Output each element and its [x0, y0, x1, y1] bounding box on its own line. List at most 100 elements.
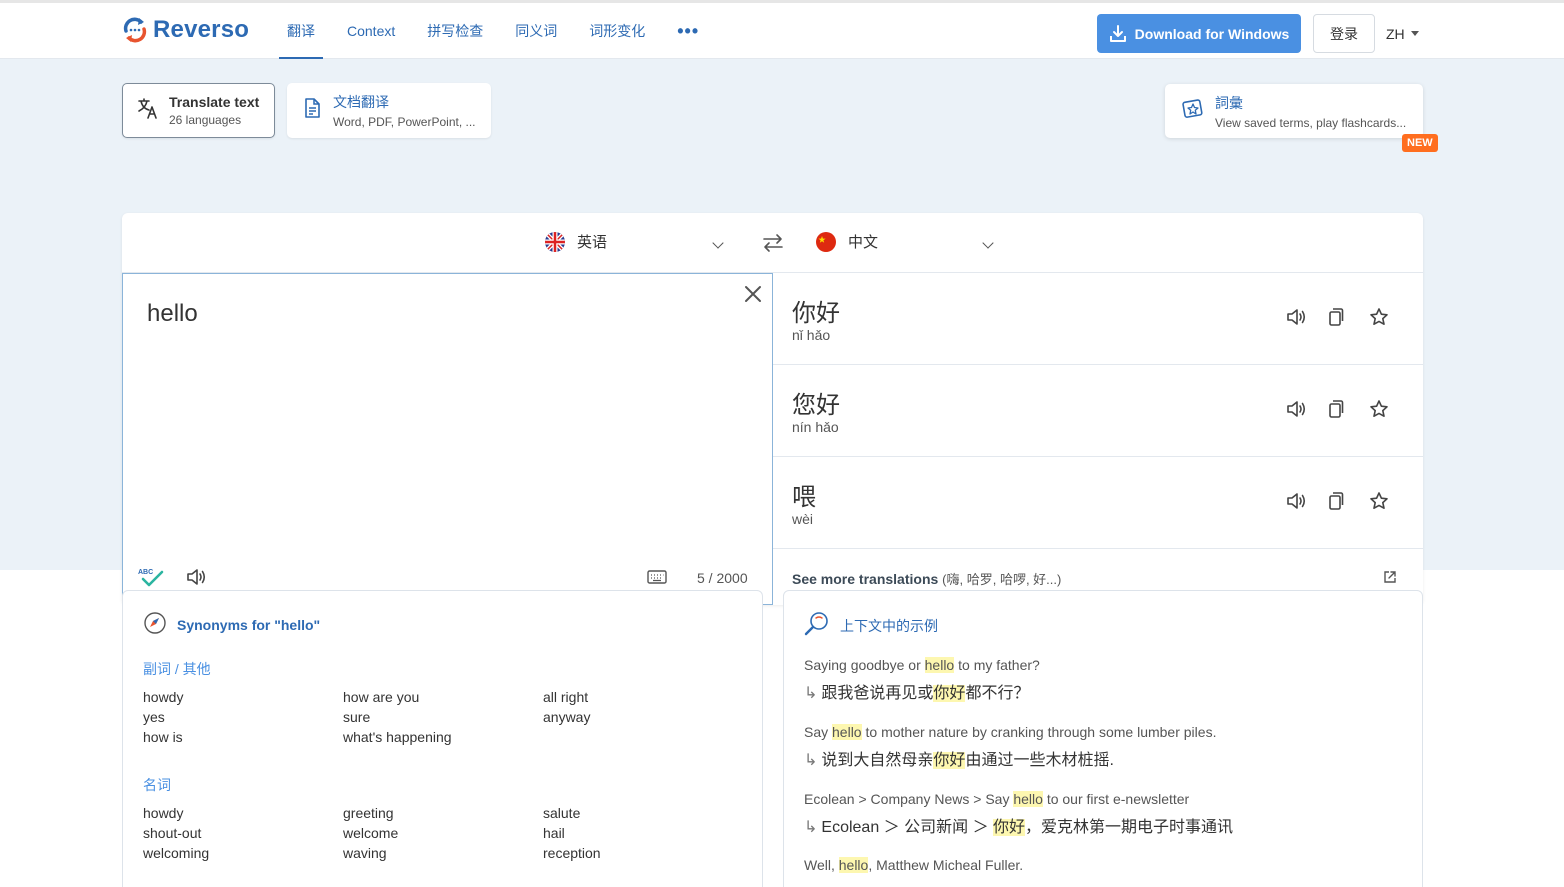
translation-results: 你好 nǐ hǎo 您好 nín hǎo 喂 wèi See more tran… [773, 273, 1423, 605]
synonym-item[interactable]: welcoming [143, 845, 343, 861]
example-text: Saying goodbye or [804, 657, 925, 673]
chevron-down-icon[interactable] [982, 237, 994, 249]
example-text: 都不行？ [965, 685, 1030, 702]
example-text: to mother nature by cranking through som… [861, 724, 1217, 740]
translation-word: 喂 [792, 484, 816, 511]
magnifier-icon [804, 611, 830, 640]
translation-word: 你好 [792, 300, 840, 327]
download-icon [1109, 24, 1126, 42]
synonym-item[interactable] [543, 729, 743, 745]
synonym-item[interactable]: all right [543, 689, 743, 705]
synonym-item[interactable]: hail [543, 825, 743, 841]
svg-text:ABC: ABC [138, 569, 153, 576]
synonym-item[interactable]: how is [143, 729, 343, 745]
translator-section: Translate text 26 languages 文档翻译 Word, P… [0, 59, 1564, 605]
synonym-item[interactable]: shout-out [143, 825, 343, 841]
vocabulary-title: 詞彙 [1215, 94, 1243, 111]
target-language-select[interactable]: 中文 [816, 231, 878, 252]
synonym-item[interactable]: howdy [143, 805, 343, 821]
example-source: Saying goodbye or hello to my father? [804, 657, 1404, 673]
synonyms-header: Synonyms for "hello" [143, 611, 320, 638]
spellcheck-icon[interactable]: ABC [137, 566, 165, 593]
context-example[interactable]: Well, hello, Matthew Micheal Fuller. [804, 857, 1404, 873]
translate-icon [137, 97, 159, 124]
example-text: Well, [804, 857, 839, 873]
example-translation: ↳ Ecolean ＞ 公司新闻 ＞ 你好，爱克林第一期电子时事通讯 [804, 813, 1404, 837]
synonym-item[interactable]: yes [143, 709, 343, 725]
nav-conjugation[interactable]: 词形变化 [581, 3, 653, 59]
star-icon[interactable] [1369, 491, 1411, 516]
example-text: 说到大自然母亲 [821, 752, 934, 769]
flashcard-icon [1181, 98, 1205, 125]
login-button[interactable]: 登录 [1313, 14, 1375, 53]
source-toolbar: ABC [137, 566, 207, 593]
context-example[interactable]: Saying goodbye or hello to my father? ↳ 跟… [804, 657, 1404, 703]
source-language-select[interactable]: 英语 [545, 231, 607, 252]
nav-context[interactable]: Context [339, 3, 403, 59]
speaker-icon[interactable] [1285, 399, 1327, 424]
synonym-item[interactable]: greeting [343, 805, 543, 821]
speaker-icon[interactable] [1285, 307, 1327, 332]
example-source: Well, hello, Matthew Micheal Fuller. [804, 857, 1404, 873]
synonym-item[interactable]: how are you [343, 689, 543, 705]
example-text: 由通过一些木材桩摇. [965, 752, 1114, 769]
example-text: 跟我爸说再见或 [821, 685, 934, 702]
synonym-item[interactable]: howdy [143, 689, 343, 705]
copy-icon[interactable] [1327, 307, 1369, 332]
example-source: Say hello to mother nature by cranking t… [804, 724, 1404, 740]
example-translation: ↳ 说到大自然母亲你好由通过一些木材桩摇. [804, 746, 1404, 770]
translation-result[interactable]: 喂 wèi [773, 457, 1423, 549]
star-icon[interactable] [1369, 307, 1411, 332]
language-selector-row: 英语 中文 [122, 213, 1423, 273]
uk-flag-icon [545, 231, 565, 252]
context-example[interactable]: Ecolean > Company News > Say hello to ou… [804, 791, 1404, 837]
example-source: Ecolean > Company News > Say hello to ou… [804, 791, 1404, 807]
star-icon[interactable] [1369, 399, 1411, 424]
see-more-label: See more translations [792, 571, 939, 587]
part-of-speech-label[interactable]: 名词 [143, 775, 171, 795]
top-bar: Reverso 翻译 Context 拼写检查 同义词 词形变化 ••• Dow… [0, 0, 1564, 59]
synonym-item[interactable]: sure [343, 709, 543, 725]
download-windows-button[interactable]: Download for Windows [1097, 14, 1301, 53]
external-link-icon[interactable] [1383, 570, 1397, 589]
nav-more[interactable]: ••• [669, 3, 707, 59]
tab-document-subtitle: Word, PDF, PowerPoint, ... [333, 115, 476, 129]
translation-result[interactable]: 你好 nǐ hǎo [773, 273, 1423, 365]
copy-icon[interactable] [1327, 399, 1369, 424]
clear-text-icon[interactable] [743, 284, 763, 309]
swap-languages-icon[interactable] [762, 233, 784, 258]
source-text[interactable]: hello [147, 300, 198, 328]
reverso-logo[interactable]: Reverso [121, 16, 249, 44]
reply-arrow-icon: ↳ [804, 685, 818, 702]
reply-arrow-icon: ↳ [804, 819, 818, 836]
translation-result[interactable]: 您好 nín hǎo [773, 365, 1423, 457]
tab-document-translate[interactable]: 文档翻译 Word, PDF, PowerPoint, ... [287, 83, 491, 138]
synonym-item[interactable]: what's happening [343, 729, 543, 745]
synonym-item[interactable]: salute [543, 805, 743, 821]
source-text-area[interactable]: hello ABC 5 / 2000 [122, 273, 773, 605]
copy-icon[interactable] [1327, 491, 1369, 516]
synonym-item[interactable]: reception [543, 845, 743, 861]
synonym-item[interactable]: welcome [343, 825, 543, 841]
vocabulary-card[interactable]: 詞彙 View saved terms, play flashcards... [1165, 84, 1423, 138]
translation-word: 您好 [792, 392, 840, 419]
chevron-down-icon[interactable] [712, 237, 724, 249]
example-highlight: 你好 [993, 819, 1026, 836]
speaker-icon[interactable] [185, 567, 207, 592]
nav-spellcheck[interactable]: 拼写检查 [419, 3, 491, 59]
example-highlight: 你好 [933, 752, 966, 769]
tab-translate-text[interactable]: Translate text 26 languages [122, 83, 275, 138]
ui-language-label: ZH [1386, 25, 1405, 42]
synonym-item[interactable]: waving [343, 845, 543, 861]
synonym-item[interactable]: anyway [543, 709, 743, 725]
speaker-icon[interactable] [1285, 491, 1327, 516]
ui-language-select[interactable]: ZH [1386, 14, 1419, 53]
tab-translate-text-subtitle: 26 languages [169, 113, 242, 127]
keyboard-icon[interactable] [647, 570, 667, 589]
nav-translate[interactable]: 翻译 [279, 3, 323, 59]
part-of-speech-label[interactable]: 副词 / 其他 [143, 659, 211, 679]
context-example[interactable]: Say hello to mother nature by cranking t… [804, 724, 1404, 770]
see-more-translations-link[interactable]: See more translations (嗨, 哈罗, 哈啰, 好...) [792, 569, 1061, 588]
context-header: 上下文中的示例 [804, 611, 938, 640]
nav-synonyms[interactable]: 同义词 [507, 3, 565, 59]
